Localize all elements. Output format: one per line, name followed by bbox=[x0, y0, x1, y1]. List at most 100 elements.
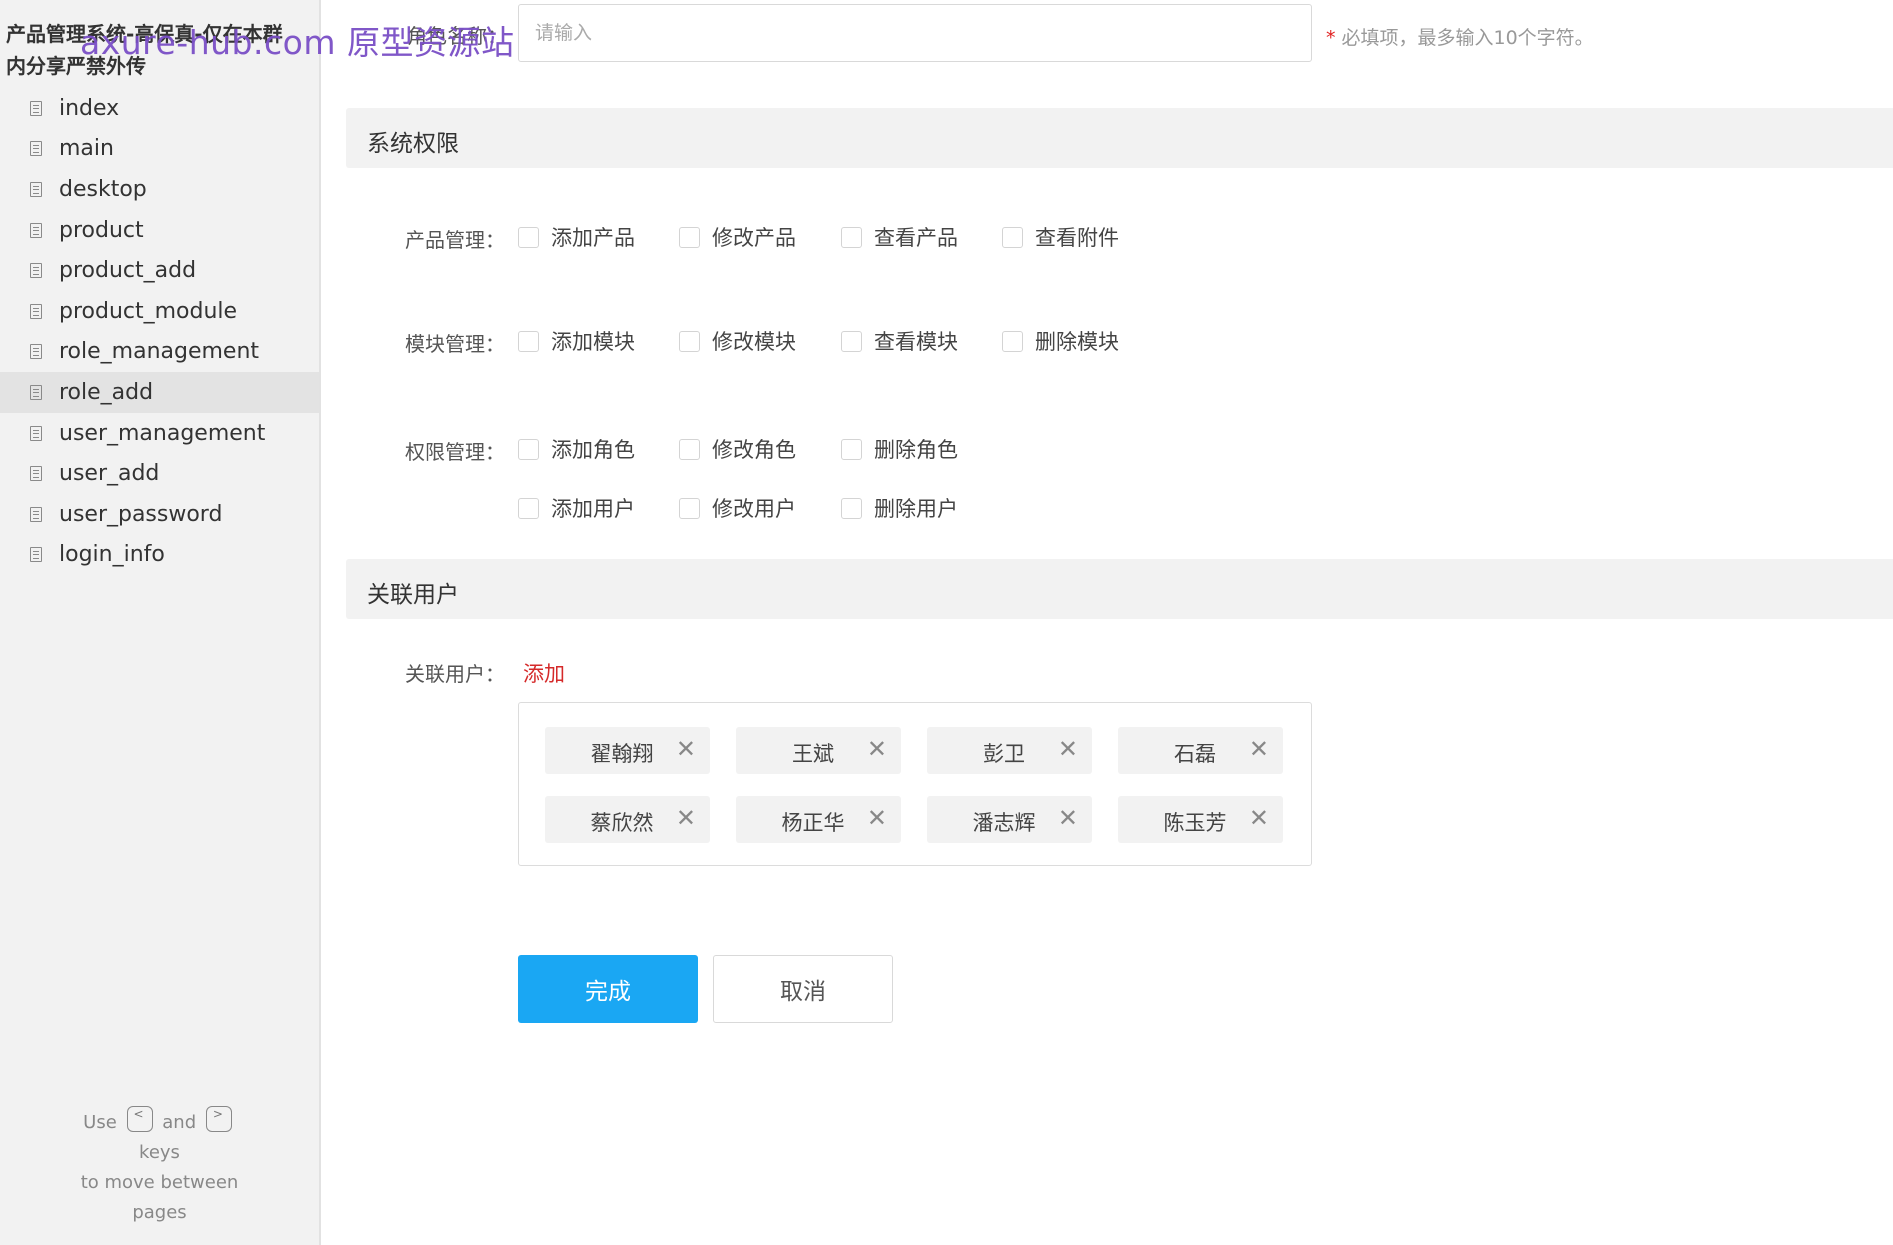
remove-user-icon[interactable]: ✕ bbox=[676, 736, 696, 762]
permission-checkbox[interactable]: 查看模块 bbox=[841, 326, 958, 356]
permission-checkbox[interactable]: 删除用户 bbox=[841, 493, 958, 523]
remove-user-icon[interactable]: ✕ bbox=[1058, 805, 1078, 831]
role-name-input[interactable] bbox=[518, 4, 1312, 62]
remove-user-icon[interactable]: ✕ bbox=[1249, 805, 1269, 831]
permission-checkbox-label: 添加用户 bbox=[551, 497, 635, 521]
sidebar: 产品管理系统-高保真-仅在本群 内分享严禁外传 axure-hub.com 原型… bbox=[0, 0, 514, 1245]
user-chip-name: 杨正华 bbox=[781, 811, 845, 835]
permission-checkbox-label: 添加角色 bbox=[551, 438, 635, 462]
page-icon bbox=[30, 181, 42, 197]
page-icon bbox=[30, 506, 42, 522]
linked-users-section-title: 关联用户 bbox=[367, 582, 459, 608]
cancel-button[interactable]: 取消 bbox=[713, 955, 893, 1023]
user-chip: 石磊 ✕ bbox=[1118, 727, 1283, 774]
user-chip-name: 彭卫 bbox=[983, 742, 1025, 766]
hint-and: and bbox=[162, 1112, 197, 1133]
permission-checkbox-label: 修改产品 bbox=[712, 226, 796, 250]
sidebar-page-label: user_management bbox=[59, 420, 266, 446]
user-chip: 王斌 ✕ bbox=[736, 727, 901, 774]
sidebar-page-login-info[interactable]: login_info bbox=[0, 535, 319, 576]
checkbox-icon[interactable] bbox=[679, 497, 700, 519]
sidebar-page-label: main bbox=[59, 136, 114, 162]
sidebar-page-role-management[interactable]: role_management bbox=[0, 332, 319, 373]
keyboard-navigation-hint: Use < and > keys to move between pages bbox=[0, 1106, 319, 1228]
add-user-link[interactable]: 添加 bbox=[523, 658, 565, 688]
checkbox-icon[interactable] bbox=[841, 497, 862, 519]
checkbox-icon[interactable] bbox=[518, 497, 539, 519]
remove-user-icon[interactable]: ✕ bbox=[867, 736, 887, 762]
linked-users-box: 翟翰翔 ✕ 王斌 ✕ 彭卫 ✕ 石磊 ✕ 蔡欣然 ✕ 杨正华 ✕ 潘志辉 ✕ 陈玉芳 ✕ bbox=[518, 702, 1312, 866]
sidebar-page-label: desktop bbox=[59, 176, 147, 202]
page-icon bbox=[30, 344, 42, 360]
permission-checkbox[interactable]: 删除角色 bbox=[841, 434, 958, 464]
user-chip: 蔡欣然 ✕ bbox=[545, 796, 710, 843]
permission-checkbox-label: 删除模块 bbox=[1035, 330, 1119, 354]
permission-checkbox[interactable]: 删除模块 bbox=[1002, 326, 1119, 356]
page-icon bbox=[30, 384, 42, 400]
permission-checkbox[interactable]: 修改角色 bbox=[679, 434, 796, 464]
checkbox-icon[interactable] bbox=[1002, 226, 1023, 248]
linked-users-label: 关联用户： bbox=[405, 662, 505, 686]
permission-checkbox[interactable]: 修改产品 bbox=[679, 222, 796, 252]
checkbox-icon[interactable] bbox=[679, 226, 700, 248]
remove-user-icon[interactable]: ✕ bbox=[1058, 736, 1078, 762]
sidebar-page-index[interactable]: index bbox=[0, 88, 319, 129]
required-asterisk: * bbox=[1326, 27, 1336, 49]
left-arrow-key-icon: < bbox=[126, 1106, 153, 1132]
permission-checkbox[interactable]: 修改用户 bbox=[679, 493, 796, 523]
sidebar-page-role-add[interactable]: role_add bbox=[0, 372, 319, 413]
checkbox-icon[interactable] bbox=[679, 438, 700, 460]
page-icon bbox=[30, 141, 42, 157]
permission-checkbox[interactable]: 查看产品 bbox=[841, 222, 958, 252]
permission-checkbox-label: 查看模块 bbox=[874, 330, 958, 354]
sidebar-page-user-management[interactable]: user_management bbox=[0, 413, 319, 454]
sidebar-page-label: product_module bbox=[59, 298, 238, 324]
permission-checkbox-label: 修改模块 bbox=[712, 330, 796, 354]
remove-user-icon[interactable]: ✕ bbox=[676, 805, 696, 831]
permission-checkbox[interactable]: 查看附件 bbox=[1002, 222, 1119, 252]
permission-checkbox[interactable]: 添加用户 bbox=[518, 493, 635, 523]
sidebar-page-product-module[interactable]: product_module bbox=[0, 291, 319, 332]
permission-checkbox-label: 添加模块 bbox=[551, 330, 635, 354]
sidebar-page-label: product bbox=[59, 217, 144, 243]
sidebar-page-user-add[interactable]: user_add bbox=[0, 453, 319, 494]
permission-group-label: 模块管理： bbox=[405, 332, 505, 356]
sidebar-page-main[interactable]: main bbox=[0, 129, 319, 170]
sidebar-page-desktop[interactable]: desktop bbox=[0, 169, 319, 210]
permission-checkbox[interactable]: 添加模块 bbox=[518, 326, 635, 356]
remove-user-icon[interactable]: ✕ bbox=[1249, 736, 1269, 762]
page-icon bbox=[30, 466, 42, 482]
checkbox-icon[interactable] bbox=[518, 226, 539, 248]
permissions-section-title: 系统权限 bbox=[367, 131, 459, 157]
role-name-hint-text: 必填项，最多输入10个字符。 bbox=[1341, 27, 1594, 49]
checkbox-icon[interactable] bbox=[841, 330, 862, 352]
right-arrow-key-icon: > bbox=[205, 1106, 232, 1132]
linked-users-section-header: 关联用户 折 bbox=[346, 559, 1893, 619]
hint-keys: keys bbox=[139, 1142, 180, 1163]
user-chip: 杨正华 ✕ bbox=[736, 796, 901, 843]
checkbox-icon[interactable] bbox=[518, 438, 539, 460]
sidebar-page-product[interactable]: product bbox=[0, 210, 319, 251]
sidebar-page-product-add[interactable]: product_add bbox=[0, 250, 319, 291]
remove-user-icon[interactable]: ✕ bbox=[867, 805, 887, 831]
permission-checkbox[interactable]: 添加产品 bbox=[518, 222, 635, 252]
sidebar-page-label: role_management bbox=[59, 339, 260, 365]
permission-checkbox-label: 删除用户 bbox=[874, 497, 958, 521]
sidebar-page-label: index bbox=[59, 95, 120, 121]
permission-checkbox-label: 修改用户 bbox=[712, 497, 796, 521]
page-icon bbox=[30, 263, 42, 279]
checkbox-icon[interactable] bbox=[841, 226, 862, 248]
hint-move-between: to move between bbox=[80, 1172, 239, 1193]
permission-checkbox[interactable]: 添加角色 bbox=[518, 434, 635, 464]
permission-checkbox-label: 查看产品 bbox=[874, 226, 958, 250]
hint-pages: pages bbox=[132, 1202, 187, 1223]
checkbox-icon[interactable] bbox=[841, 438, 862, 460]
permission-group-label: 权限管理： bbox=[405, 440, 505, 464]
sidebar-page-user-password[interactable]: user_password bbox=[0, 494, 319, 535]
checkbox-icon[interactable] bbox=[679, 330, 700, 352]
checkbox-icon[interactable] bbox=[1002, 330, 1023, 352]
permission-checkbox[interactable]: 修改模块 bbox=[679, 326, 796, 356]
user-chip-name: 潘志辉 bbox=[972, 811, 1036, 835]
checkbox-icon[interactable] bbox=[518, 330, 539, 352]
submit-button[interactable]: 完成 bbox=[518, 955, 698, 1023]
